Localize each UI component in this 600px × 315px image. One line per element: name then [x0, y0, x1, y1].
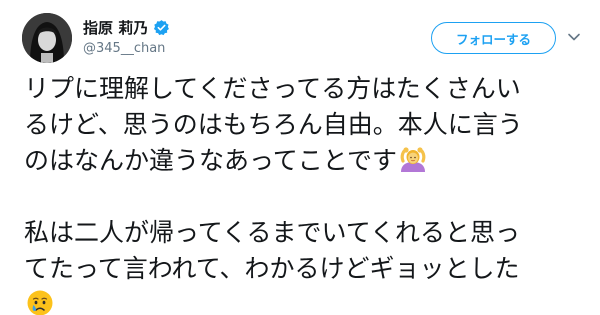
follow-button[interactable]: フォローする	[431, 22, 556, 54]
tweet-card: 指原 莉乃 @345__chan フォローする リプに理解してくださってる方はた…	[0, 0, 600, 315]
verified-badge-icon	[153, 19, 170, 36]
tweet-line: るけど、思うのはもちろん自由。本人に言う	[24, 110, 523, 139]
person-gesturing-ok-icon	[399, 145, 427, 173]
name-row: 指原 莉乃	[83, 17, 170, 37]
tweet-line	[24, 287, 584, 315]
crying-face-icon	[26, 289, 54, 315]
tweet-line: のはなんか違うなあってことです	[24, 143, 584, 179]
avatar[interactable]	[22, 13, 72, 63]
tweet-line-text: のはなんか違うなあってことです	[24, 146, 398, 175]
display-name[interactable]: 指原 莉乃	[83, 17, 148, 38]
tweet-line: リプに理解してくださってる方はたくさんい	[24, 74, 521, 103]
tweet-line: 私は二人が帰ってくるまでいてくれると思っ	[24, 218, 521, 247]
tweet-text: リプに理解してくださってる方はたくさんい るけど、思うのはもちろん自由。本人に言…	[24, 71, 584, 315]
user-handle[interactable]: @345__chan	[83, 41, 165, 56]
tweet-line: てたって言われて、わかるけどギョッとした	[24, 254, 520, 283]
chevron-down-icon[interactable]	[567, 29, 581, 43]
